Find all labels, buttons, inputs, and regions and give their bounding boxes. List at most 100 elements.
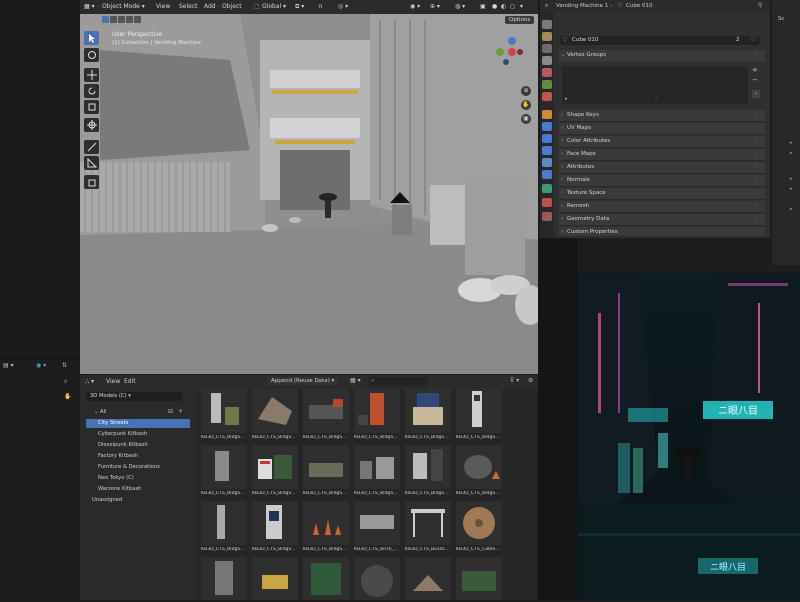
filter-icon[interactable]: ◉ ▾ bbox=[36, 362, 46, 369]
magnet-icon[interactable]: ∩ bbox=[318, 3, 322, 11]
asset-tile[interactable]: KB3D_CTS_BldgS... bbox=[454, 445, 504, 503]
asset-tile[interactable]: KB3D_CTS_BldgS... bbox=[250, 445, 300, 503]
viewport-scene[interactable] bbox=[80, 0, 538, 374]
output-tab-icon[interactable] bbox=[542, 44, 552, 53]
collection-tab-icon[interactable] bbox=[542, 92, 552, 101]
navigation-gizmo[interactable] bbox=[490, 36, 534, 76]
camera-icon[interactable]: ▣ bbox=[521, 114, 531, 124]
catalog-city-streets[interactable]: City Streets bbox=[86, 419, 190, 428]
search-icon[interactable]: ⌕ bbox=[64, 378, 67, 386]
asset-tile[interactable]: KB3D_CTS_BldgS... bbox=[199, 445, 249, 503]
catalog-dieselpunk-kitbash[interactable]: Dieselpunk Kitbash bbox=[86, 441, 190, 450]
asset-tile[interactable]: KB3D_CTS_BldgS... bbox=[250, 389, 300, 447]
search-icon[interactable]: ⌕ bbox=[545, 2, 548, 10]
shading-options-icon[interactable]: ▾ bbox=[520, 3, 523, 11]
list-resize-icon[interactable]: ⁘ bbox=[654, 96, 658, 102]
catalog-all[interactable]: ⌄ All bbox=[86, 408, 190, 417]
mode-selector[interactable]: Object Mode ▾ bbox=[102, 3, 145, 11]
outliner-item-icon[interactable]: ▸ bbox=[790, 140, 793, 146]
outliner-item-icon[interactable]: ▸ bbox=[790, 150, 793, 156]
drag-handle-icon[interactable]: ⁞ bbox=[755, 177, 757, 183]
panel-custom-properties[interactable]: › Custom Properties bbox=[559, 227, 765, 237]
vertex-groups-list[interactable]: ▸ ⁘ bbox=[562, 66, 748, 104]
overlay-icon[interactable]: ◍ ▾ bbox=[455, 3, 465, 11]
panel-face-maps[interactable]: › Face Maps ⁞ bbox=[559, 149, 765, 161]
transform-orientation[interactable]: Global ▾ bbox=[262, 3, 286, 11]
filter-funnel-icon[interactable]: ⊽ ▾ bbox=[510, 377, 519, 384]
library-selector[interactable]: 3D Models (C) ▾ bbox=[86, 392, 182, 401]
outliner[interactable]: Sc ▸ ▸ ▸ ▸ ▸ bbox=[772, 0, 800, 265]
catalog-unassigned[interactable]: Unassigned bbox=[86, 496, 190, 505]
catalog-warzone-kitbash[interactable]: Warzone Kitbash bbox=[86, 485, 190, 494]
datablock-field[interactable]: ▽ Cube 010 2 ♡ bbox=[560, 36, 760, 45]
drag-handle-icon[interactable]: ⁞ bbox=[755, 138, 757, 144]
panel-attributes[interactable]: › Attributes ⁞ bbox=[559, 162, 765, 174]
cursor-tool[interactable] bbox=[84, 48, 99, 62]
asset-menu-view[interactable]: View bbox=[106, 378, 120, 385]
texture-tab-icon[interactable] bbox=[542, 212, 552, 221]
pan-hand-icon[interactable]: ✋ bbox=[521, 100, 531, 110]
asset-tile[interactable]: KB3D_CTS_BldgS... bbox=[301, 389, 351, 447]
asset-tile[interactable]: KB3D_CTS_BldgS... bbox=[454, 389, 504, 447]
asset-tile[interactable]: KB3D_CTS_BldgS... bbox=[301, 445, 351, 503]
fake-user-icon[interactable]: ♡ bbox=[750, 36, 755, 43]
panel-normals[interactable]: › Normals ⁞ bbox=[559, 175, 765, 187]
asset-search-input[interactable]: ⌕ bbox=[368, 377, 428, 386]
catalog-factory-kitbash[interactable]: Factory Kitbash bbox=[86, 452, 190, 461]
panel-color-attributes[interactable]: › Color Attributes ⁞ bbox=[559, 136, 765, 148]
asset-tile[interactable]: KB3D_CTS_BldgS... bbox=[352, 389, 402, 447]
asset-tile[interactable] bbox=[403, 557, 453, 600]
shading-solid-icon[interactable]: ● bbox=[492, 3, 497, 11]
mesh-data-tab-icon[interactable] bbox=[542, 184, 552, 193]
asset-tile[interactable]: KB3D_CTS_BldgS... bbox=[199, 501, 249, 559]
asset-tile[interactable]: KB3D_CTS_BldgS... bbox=[301, 501, 351, 559]
panel-texture-space[interactable]: › Texture Space ⁞ bbox=[559, 188, 765, 200]
menu-view[interactable]: View bbox=[156, 3, 170, 11]
physics-tab-icon[interactable] bbox=[542, 146, 552, 155]
visibility-icon[interactable]: ◉ ▾ bbox=[410, 3, 420, 11]
drag-handle-icon[interactable]: ⁞ bbox=[755, 52, 757, 58]
world-tab-icon[interactable] bbox=[542, 80, 552, 89]
view-options-icon[interactable]: ⇅ bbox=[62, 362, 67, 369]
catalog-furniture-decorations[interactable]: Furniture & Decorations bbox=[86, 463, 190, 472]
measure-tool[interactable] bbox=[84, 156, 99, 170]
settings-icon[interactable]: ⚙ bbox=[528, 377, 533, 384]
panel-geometry-data[interactable]: › Geometry Data ⁞ bbox=[559, 214, 765, 226]
material-tab-icon[interactable] bbox=[542, 198, 552, 207]
drag-handle-icon[interactable]: ⁞ bbox=[755, 203, 757, 209]
asset-editor-type-icon[interactable]: ⛬ ▾ bbox=[85, 378, 94, 386]
panel-vertex-groups[interactable]: ⌄ Vertex Groups ⁞ bbox=[559, 50, 765, 63]
pan-hand-icon[interactable]: ✋ bbox=[64, 393, 71, 400]
asset-tile[interactable]: KB3D_CTS_BldgS... bbox=[403, 445, 453, 503]
tool-tab-icon[interactable] bbox=[542, 20, 552, 29]
drag-handle-icon[interactable]: ⁞ bbox=[755, 190, 757, 196]
asset-tile[interactable] bbox=[301, 557, 351, 600]
vertex-group-menu-icon[interactable]: ⌄ bbox=[752, 90, 760, 98]
import-mode-dropdown[interactable]: Append (Reuse Data) ▾ bbox=[268, 377, 338, 385]
view-layer-tab-icon[interactable] bbox=[542, 56, 552, 65]
menu-object[interactable]: Object bbox=[222, 3, 242, 11]
panel-shape-keys[interactable]: › Shape Keys ⁞ bbox=[559, 110, 765, 122]
pin-icon[interactable]: ⚲ bbox=[758, 2, 762, 9]
asset-tile[interactable]: KB3D_CTS_Cable... bbox=[454, 501, 504, 559]
editor-type-button[interactable]: ▦ ▾ bbox=[84, 3, 95, 11]
rotate-tool[interactable] bbox=[84, 84, 99, 98]
panel-uv-maps[interactable]: › UV Maps ⁞ bbox=[559, 123, 765, 135]
move-tool[interactable] bbox=[84, 68, 99, 82]
annotate-tool[interactable] bbox=[84, 140, 99, 154]
asset-menu-edit[interactable]: Edit bbox=[124, 378, 136, 385]
transform-orientation-icon[interactable]: ⬚ bbox=[254, 3, 260, 11]
add-cube-tool[interactable] bbox=[84, 175, 99, 189]
snap-icon[interactable]: ⧉ ▾ bbox=[295, 3, 304, 11]
modifier-tab-icon[interactable] bbox=[542, 122, 552, 131]
shading-rendered-icon[interactable]: ○ bbox=[510, 3, 515, 11]
asset-tile[interactable] bbox=[199, 557, 249, 600]
xray-icon[interactable]: ▣ bbox=[480, 3, 486, 11]
scene-tab-icon[interactable] bbox=[542, 68, 552, 77]
editor-type-icon[interactable]: ▤ ▾ bbox=[3, 362, 14, 369]
gizmo-icon[interactable]: ⊕ ▾ bbox=[430, 3, 440, 11]
asset-tile[interactable] bbox=[454, 557, 504, 600]
select-box-tool[interactable] bbox=[84, 31, 99, 45]
transform-tool[interactable] bbox=[84, 118, 99, 132]
render-tab-icon[interactable] bbox=[542, 32, 552, 41]
